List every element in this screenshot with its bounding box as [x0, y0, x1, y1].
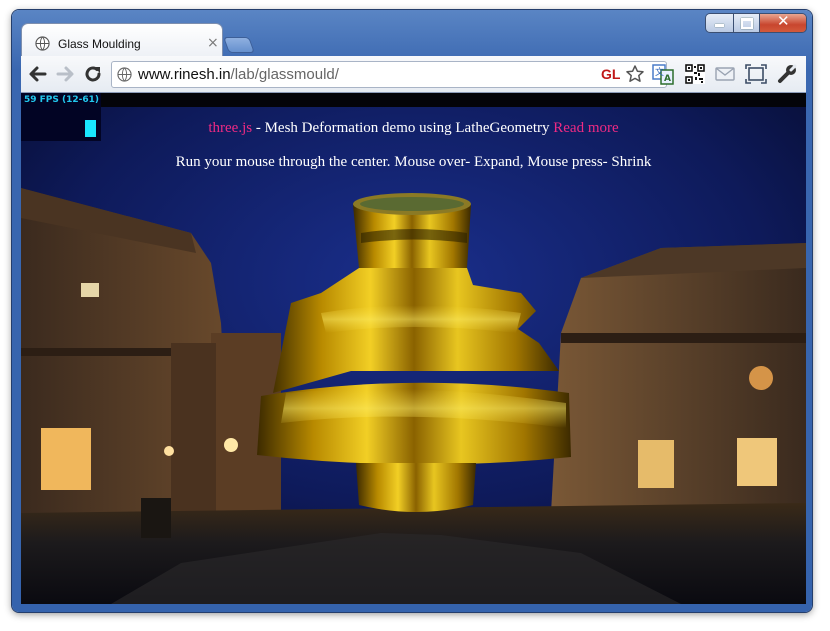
star-icon[interactable]: [625, 64, 645, 84]
arrow-left-icon[interactable]: [27, 63, 49, 85]
fullscreen-icon[interactable]: [745, 63, 767, 85]
svg-text:A: A: [664, 74, 671, 84]
browser-toolbar: www.rinesh.in/lab/glassmould/ GL 文 A: [21, 56, 806, 93]
tab-title: Glass Moulding: [58, 37, 141, 51]
tab-glass-moulding[interactable]: Glass Moulding ×: [22, 24, 222, 56]
qr-code-icon[interactable]: [684, 63, 706, 85]
threejs-link[interactable]: three.js: [208, 120, 252, 136]
wrench-icon[interactable]: [776, 63, 798, 85]
arrow-right-icon[interactable]: [54, 63, 76, 85]
demo-description: - Mesh Deformation demo using LatheGeome…: [252, 120, 554, 136]
mail-icon[interactable]: [714, 63, 736, 85]
canvas-top-strip: [101, 93, 806, 107]
instructions-text: Run your mouse through the center. Mouse…: [175, 154, 652, 170]
fps-readout: 59 FPS (12-61): [24, 95, 100, 105]
url-path: /lab/glassmould/: [230, 66, 339, 83]
window-controls: ✕: [706, 12, 806, 32]
webgl-canvas[interactable]: 59 FPS (12-61) three.js - Mesh Deformati…: [21, 93, 806, 604]
globe-icon: [117, 67, 132, 82]
new-tab-button[interactable]: [224, 38, 254, 52]
close-window-button[interactable]: ✕: [760, 12, 806, 32]
globe-icon: [35, 36, 50, 51]
close-icon: ✕: [777, 12, 790, 30]
translate-icon[interactable]: 文 A: [652, 63, 674, 85]
minimize-button[interactable]: [706, 14, 733, 32]
svg-text:文: 文: [655, 66, 664, 78]
close-tab-icon[interactable]: ×: [207, 35, 219, 51]
info-headline: three.js - Mesh Deformation demo using L…: [21, 120, 806, 137]
webgl-badge[interactable]: GL: [601, 66, 620, 82]
reload-icon[interactable]: [82, 63, 104, 85]
url-text: www.rinesh.in/lab/glassmould/: [138, 66, 339, 83]
address-bar[interactable]: www.rinesh.in/lab/glassmould/ GL: [111, 61, 667, 88]
url-host: www.rinesh.in: [138, 66, 231, 83]
read-more-link[interactable]: Read more: [553, 120, 618, 136]
maximize-button[interactable]: [734, 14, 759, 32]
